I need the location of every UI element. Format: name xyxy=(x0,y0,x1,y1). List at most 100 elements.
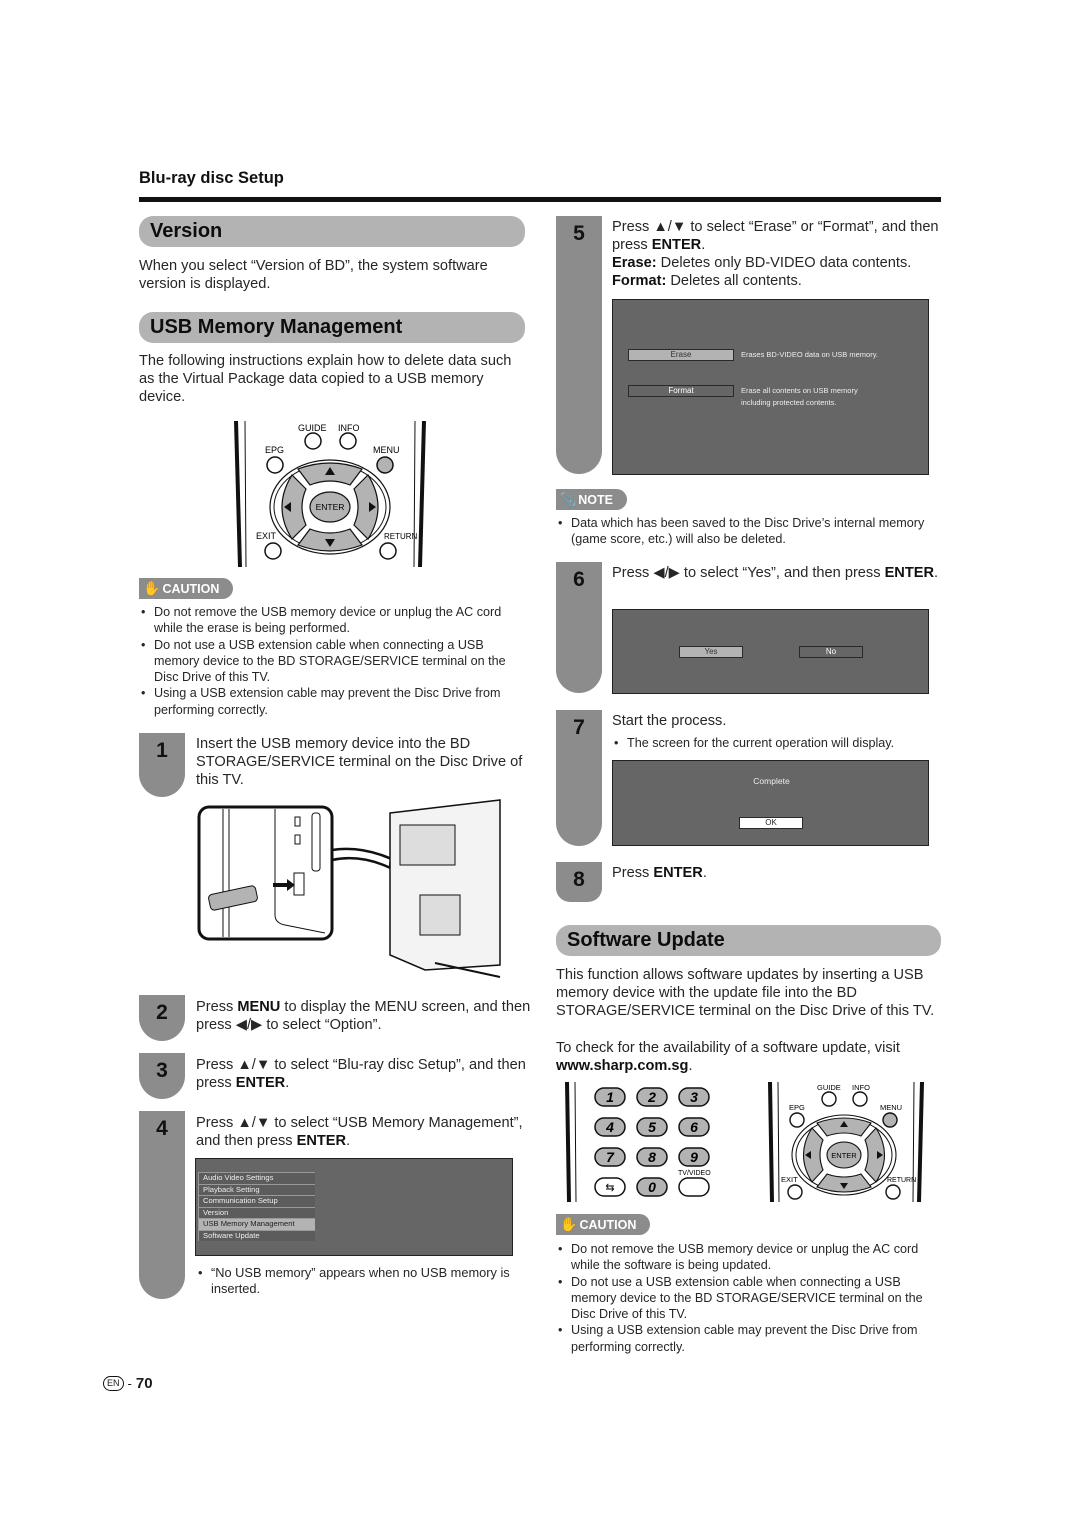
no-button[interactable]: No xyxy=(799,646,863,658)
guide-button[interactable] xyxy=(304,432,322,450)
step-1-number: 1 xyxy=(139,733,185,797)
exit-label: EXIT xyxy=(256,531,277,541)
left-right-arrows-icon: ◀/▶ xyxy=(653,565,680,581)
complete-screen: Complete OK xyxy=(612,760,929,846)
format-button[interactable]: Format xyxy=(628,385,734,397)
caution-badge: ✋ CAUTION xyxy=(139,578,234,599)
bd-setup-menu-screen: Audio Video Settings Playback Setting Co… xyxy=(195,1158,513,1256)
step-1-text: Insert the USB memory device into the BD… xyxy=(196,736,523,788)
caution-item: Do not use a USB extension cable when co… xyxy=(556,1274,946,1323)
guide-label: GUIDE xyxy=(298,423,327,433)
number-key-label: 9 xyxy=(690,1149,698,1165)
top-rule xyxy=(139,197,941,202)
epg-label: EPG xyxy=(789,1103,805,1112)
guide-button[interactable] xyxy=(821,1091,837,1107)
software-update-heading: Software Update xyxy=(556,925,941,956)
remote-dpad-illustration: GUIDE INFO EPG MENU ENTER EXIT RETURN xyxy=(234,420,426,567)
remote-keypad-illustration: 1 2 3 4 5 6 7 8 9 0 TV/VIDEO ⇆ xyxy=(565,1081,711,1202)
epg-button[interactable] xyxy=(789,1112,805,1128)
caution-item: Do not remove the USB memory device or u… xyxy=(139,604,529,637)
format-description-2: including protected contents. xyxy=(741,398,837,407)
number-key-label: 5 xyxy=(648,1119,656,1135)
usb-insertion-illustration xyxy=(197,799,501,978)
format-description-1: Erase all contents on USB memory xyxy=(741,386,858,395)
menu-item-playback-setting[interactable]: Playback Setting xyxy=(198,1183,315,1195)
step-4-note: “No USB memory” appears when no USB memo… xyxy=(196,1265,516,1298)
note-list: Data which has been saved to the Disc Dr… xyxy=(556,515,941,548)
return-button[interactable] xyxy=(885,1184,901,1200)
caution-badge: ✋ CAUTION xyxy=(556,1214,651,1235)
info-label: INFO xyxy=(852,1083,870,1092)
version-body: When you select “Version of BD”, the sys… xyxy=(139,258,488,293)
enter-label: ENTER xyxy=(831,1151,857,1160)
paperclip-icon: 📎 xyxy=(560,491,577,507)
step-8-text: Press ENTER. xyxy=(612,865,707,881)
caution-list: Do not remove the USB memory device or u… xyxy=(556,1241,946,1355)
erase-format-screen: Erase Erases BD-VIDEO data on USB memory… xyxy=(612,299,929,475)
page-number: 70 xyxy=(135,1375,153,1392)
return-button[interactable] xyxy=(379,542,397,560)
step-7-number: 7 xyxy=(556,710,602,846)
number-key-label: 7 xyxy=(606,1149,615,1165)
step-2-text: Press MENU to display the MENU screen, a… xyxy=(196,999,531,1033)
usb-mgmt-heading: USB Memory Management xyxy=(139,312,525,343)
footer-separator: - xyxy=(127,1376,132,1391)
number-key-label: 3 xyxy=(690,1089,698,1105)
usb-mgmt-body: The following instructions explain how t… xyxy=(139,353,512,406)
step-4-text: Press ▲/▼ to select “USB Memory Manageme… xyxy=(196,1115,523,1149)
info-button[interactable] xyxy=(339,432,357,450)
epg-label: EPG xyxy=(265,445,284,455)
tv-video-button[interactable] xyxy=(678,1177,710,1197)
menu-button[interactable] xyxy=(376,456,394,474)
exit-button[interactable] xyxy=(787,1184,803,1200)
number-key-label: 8 xyxy=(648,1149,656,1165)
step-5-number: 5 xyxy=(556,216,602,474)
hand-caution-icon: ✋ xyxy=(143,580,161,596)
menu-item-usb-memory-management[interactable]: USB Memory Management xyxy=(198,1218,315,1230)
menu-item-communication-setup[interactable]: Communication Setup xyxy=(198,1195,315,1207)
yes-button[interactable]: Yes xyxy=(679,646,743,658)
info-button[interactable] xyxy=(852,1091,868,1107)
exit-label: EXIT xyxy=(781,1175,798,1184)
step-7-bullets: The screen for the current operation wil… xyxy=(612,735,942,752)
info-label: INFO xyxy=(338,423,360,433)
number-key-label: 2 xyxy=(647,1089,656,1105)
return-label: RETURN xyxy=(887,1177,916,1184)
caution-item: Using a USB extension cable may prevent … xyxy=(139,685,529,718)
menu-button[interactable] xyxy=(882,1112,898,1128)
menu-item-version[interactable]: Version xyxy=(198,1206,315,1218)
menu-label: MENU xyxy=(880,1103,902,1112)
number-key-label: 1 xyxy=(606,1089,614,1105)
step-2-number: 2 xyxy=(139,995,185,1041)
erase-button[interactable]: Erase xyxy=(628,349,734,361)
number-key-label: 6 xyxy=(690,1119,698,1135)
tv-video-label: TV/VIDEO xyxy=(678,1170,711,1177)
software-update-body: This function allows software updates by… xyxy=(556,967,935,1020)
number-key-label: 0 xyxy=(648,1179,656,1195)
enter-label: ENTER xyxy=(316,502,345,512)
epg-button[interactable] xyxy=(266,456,284,474)
up-down-arrows-icon: ▲/▼ xyxy=(237,1115,271,1131)
menu-label: MENU xyxy=(373,445,400,455)
menu-item-audio-video-settings[interactable]: Audio Video Settings xyxy=(198,1172,315,1184)
complete-status: Complete xyxy=(753,776,790,786)
step-8-number: 8 xyxy=(556,862,602,902)
caution-item: Do not remove the USB memory device or u… xyxy=(556,1241,946,1274)
step-6-number: 6 xyxy=(556,562,602,693)
note-item: Data which has been saved to the Disc Dr… xyxy=(556,515,941,548)
number-key-label: 4 xyxy=(605,1119,614,1135)
ok-button[interactable]: OK xyxy=(739,817,803,829)
exit-button[interactable] xyxy=(264,542,282,560)
software-update-check: To check for the availability of a softw… xyxy=(556,1040,900,1075)
version-heading: Version xyxy=(139,216,525,247)
up-down-arrows-icon: ▲/▼ xyxy=(237,1057,271,1073)
section-label: Blu-ray disc Setup xyxy=(139,169,284,187)
en-language-badge: EN xyxy=(103,1376,124,1391)
note-badge: 📎 NOTE xyxy=(556,489,627,510)
up-down-arrows-icon: ▲/▼ xyxy=(653,219,687,235)
menu-item-software-update[interactable]: Software Update xyxy=(198,1229,315,1241)
hand-caution-icon: ✋ xyxy=(560,1216,578,1232)
flashback-icon: ⇆ xyxy=(605,1182,614,1194)
sharp-website-link[interactable]: www.sharp.com.sg xyxy=(556,1058,688,1074)
step-7-text: Start the process. xyxy=(612,713,727,729)
